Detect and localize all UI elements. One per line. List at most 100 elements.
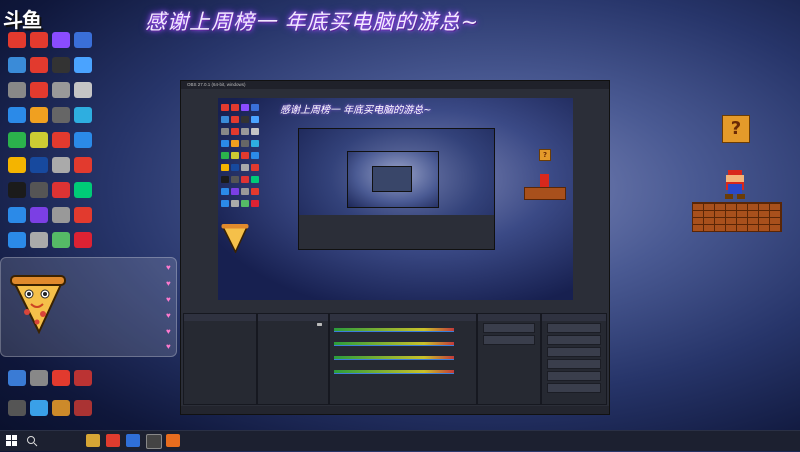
- app-glyph-icon: [30, 107, 48, 123]
- app-glyph-icon: [30, 132, 48, 148]
- preview-app-icon: [251, 200, 259, 207]
- nested-obs-preview-inner: [347, 151, 439, 208]
- app-glyph-icon: [8, 400, 26, 416]
- start-virtual-camera-button[interactable]: [547, 347, 601, 357]
- audio-channel[interactable]: [334, 336, 472, 349]
- obs-preview-canvas[interactable]: 感谢上周榜一 年底买电脑的游总~ ?: [218, 98, 573, 300]
- taskbar-app-icon[interactable]: [166, 434, 180, 447]
- preview-mario-sprite: [540, 174, 549, 187]
- audio-mixer-dock[interactable]: [329, 313, 477, 405]
- preview-app-icon: [241, 128, 249, 135]
- preview-app-icon: [251, 188, 259, 195]
- app-glyph-icon: [30, 400, 48, 416]
- start-button[interactable]: [6, 434, 18, 447]
- app-glyph-icon: [74, 370, 92, 386]
- app-glyph-icon: [74, 232, 92, 248]
- stream-banner-text: 感谢上周榜一 年底买电脑的游总~: [145, 10, 480, 34]
- preview-banner-text: 感谢上周榜一 年底买电脑的游总~: [280, 105, 432, 116]
- desktop-app-icon[interactable]: [70, 207, 96, 223]
- app-glyph-icon: [30, 232, 48, 248]
- douyu-logo: 斗鱼: [3, 8, 42, 32]
- volume-slider[interactable]: [334, 373, 454, 374]
- desktop-app-icon[interactable]: [70, 57, 96, 73]
- brick-platform: [692, 202, 782, 232]
- desktop-app-icon[interactable]: [70, 400, 96, 416]
- preview-app-icon: [241, 152, 249, 159]
- desktop-app-icon[interactable]: [70, 232, 96, 248]
- app-glyph-icon: [52, 157, 70, 173]
- app-glyph-icon: [74, 400, 92, 416]
- audio-channel[interactable]: [334, 350, 472, 363]
- settings-button[interactable]: [547, 371, 601, 381]
- app-glyph-icon: [52, 132, 70, 148]
- windows-taskbar[interactable]: [0, 430, 800, 451]
- preview-app-icon: [221, 140, 229, 147]
- nested-obs-preview-core: [372, 166, 412, 192]
- app-glyph-icon: [52, 207, 70, 223]
- controls-dock[interactable]: [541, 313, 607, 405]
- start-streaming-button[interactable]: [547, 323, 601, 333]
- preview-app-icon: [231, 164, 239, 171]
- taskbar-explorer-icon[interactable]: [86, 434, 100, 447]
- taskbar-app-icon[interactable]: [106, 434, 120, 447]
- transitions-dock[interactable]: [477, 313, 541, 405]
- preview-app-icon: [241, 200, 249, 207]
- question-block-icon: ?: [722, 115, 750, 143]
- desktop-app-icon[interactable]: [70, 32, 96, 48]
- app-glyph-icon: [52, 232, 70, 248]
- app-glyph-icon: [8, 182, 26, 198]
- desktop-app-icon[interactable]: [70, 182, 96, 198]
- scenes-dock-header: [184, 314, 256, 321]
- app-glyph-icon: [8, 32, 26, 48]
- desktop-app-icon[interactable]: [70, 132, 96, 148]
- app-glyph-icon: [30, 57, 48, 73]
- volume-slider[interactable]: [334, 345, 454, 346]
- preview-app-icon: [251, 164, 259, 171]
- preview-app-icon: [231, 116, 239, 123]
- app-glyph-icon: [74, 207, 92, 223]
- visibility-eye-icon[interactable]: [317, 323, 322, 326]
- taskbar-obs-icon[interactable]: [146, 434, 162, 449]
- app-glyph-icon: [52, 57, 70, 73]
- transition-select[interactable]: [483, 323, 535, 333]
- controls-dock-header: [542, 314, 606, 321]
- audio-channel[interactable]: [334, 322, 472, 335]
- audio-mixer-dock-header: [330, 314, 476, 321]
- preview-app-icon: [231, 104, 239, 111]
- volume-slider[interactable]: [334, 359, 454, 360]
- preview-app-icon: [241, 176, 249, 183]
- sources-dock[interactable]: [257, 313, 329, 405]
- exit-button[interactable]: [547, 383, 601, 393]
- preview-question-block-icon: ?: [539, 149, 551, 161]
- transition-duration[interactable]: [483, 335, 535, 345]
- preview-app-icon: [251, 152, 259, 159]
- app-glyph-icon: [8, 157, 26, 173]
- app-glyph-icon: [74, 57, 92, 73]
- app-glyph-icon: [52, 400, 70, 416]
- app-glyph-icon: [30, 157, 48, 173]
- heart-icon: ♥: [166, 279, 171, 288]
- search-icon[interactable]: [26, 434, 40, 447]
- audio-channel[interactable]: [334, 364, 472, 377]
- desktop-app-icon[interactable]: [70, 107, 96, 123]
- obs-title-bar[interactable]: OBS 27.0.1 (64-bit, windows): [181, 81, 609, 89]
- app-glyph-icon: [30, 82, 48, 98]
- desktop-app-icon[interactable]: [70, 157, 96, 173]
- app-glyph-icon: [8, 82, 26, 98]
- mario-sprite: [722, 170, 748, 200]
- scenes-dock[interactable]: [183, 313, 257, 405]
- app-glyph-icon: [74, 182, 92, 198]
- preview-brick-platform: [524, 187, 566, 200]
- desktop-app-icon[interactable]: [70, 82, 96, 98]
- obs-menu-bar[interactable]: [181, 89, 609, 96]
- start-recording-button[interactable]: [547, 335, 601, 345]
- volume-slider[interactable]: [334, 331, 454, 332]
- studio-mode-button[interactable]: [547, 359, 601, 369]
- obs-window[interactable]: OBS 27.0.1 (64-bit, windows) 感谢上周榜一 年底买电…: [180, 80, 610, 415]
- desktop-app-icon[interactable]: [70, 370, 96, 386]
- preview-app-icon: [251, 176, 259, 183]
- app-glyph-icon: [74, 82, 92, 98]
- taskbar-app-icon[interactable]: [126, 434, 140, 447]
- app-glyph-icon: [74, 157, 92, 173]
- app-glyph-icon: [30, 370, 48, 386]
